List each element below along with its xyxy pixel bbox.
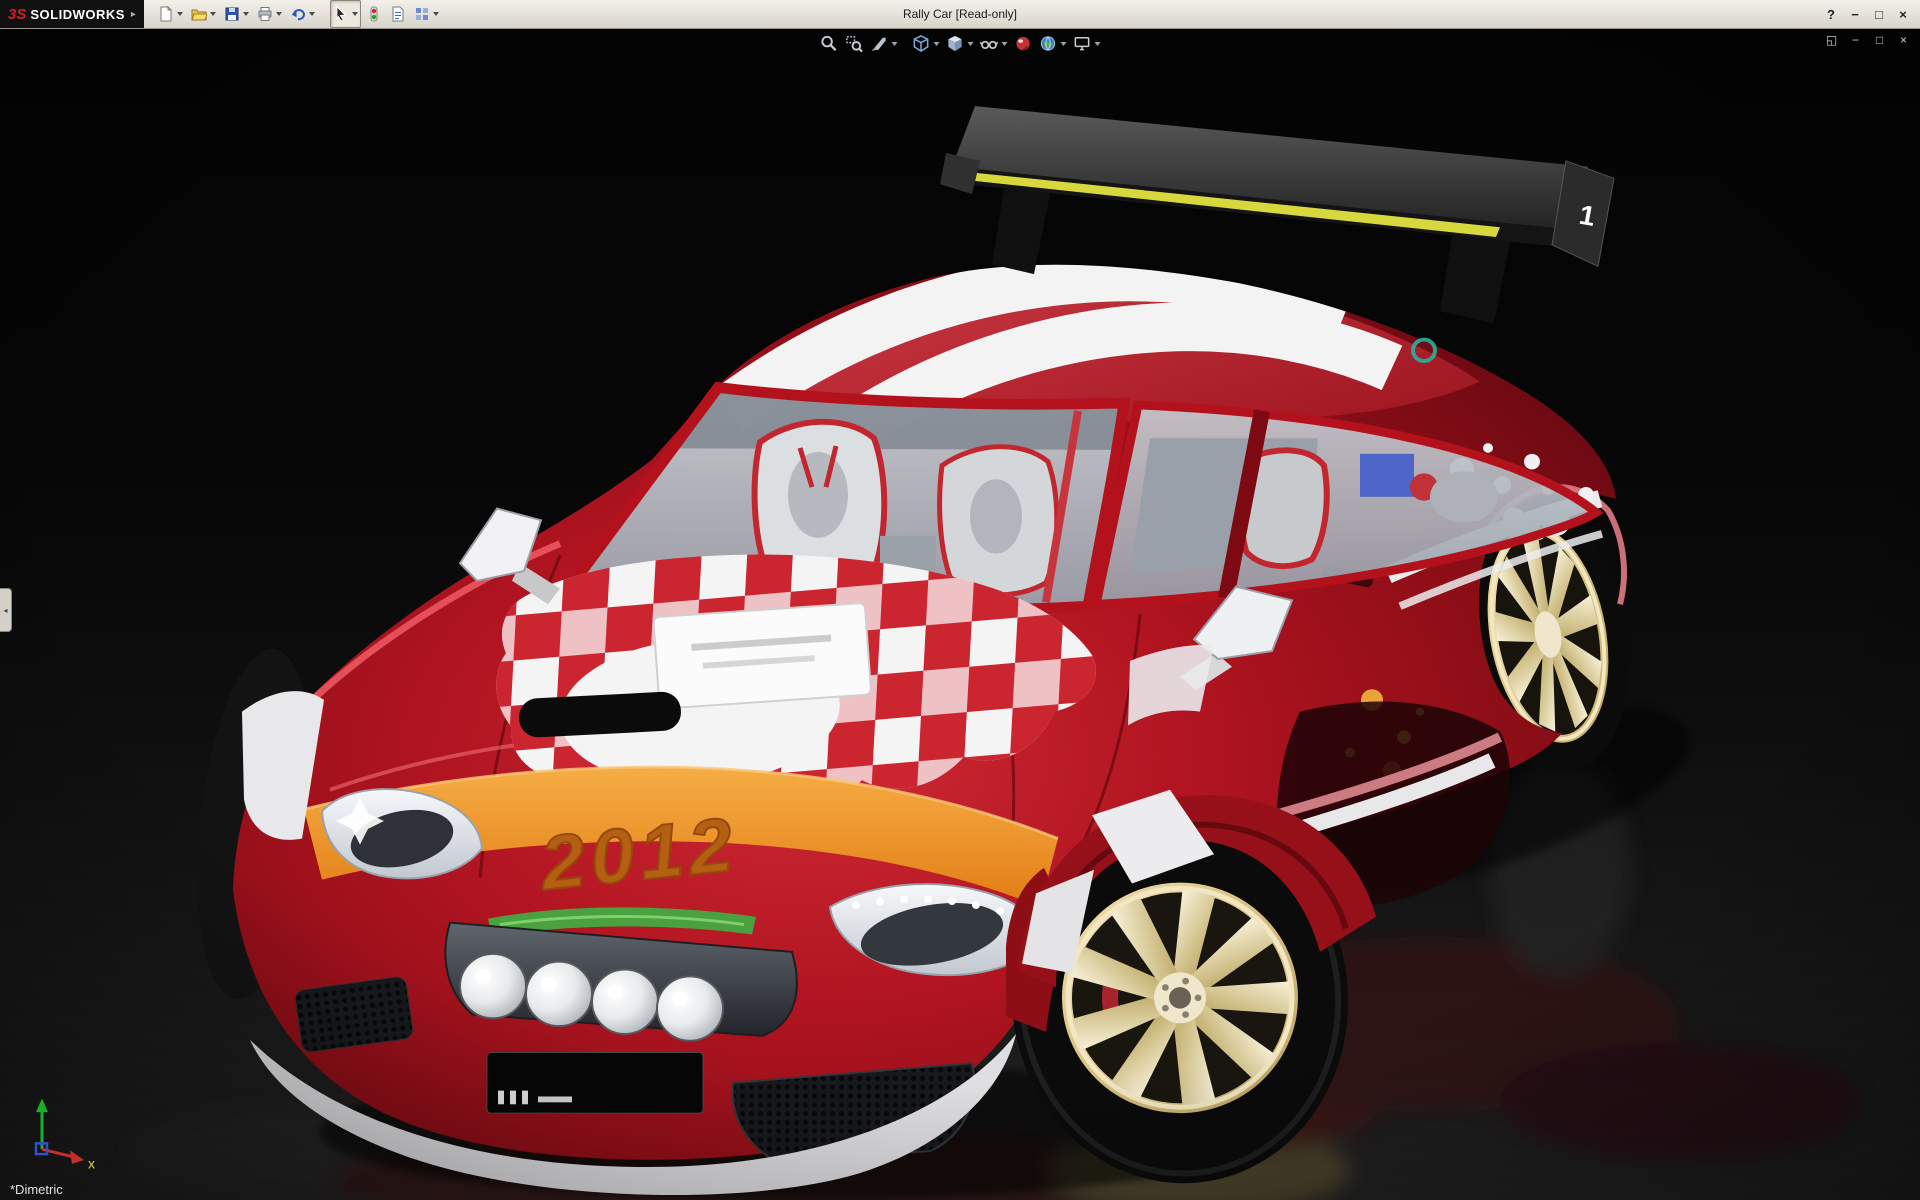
zoom-to-fit-button[interactable]: [818, 33, 841, 54]
license-plate: [487, 1053, 703, 1114]
minimize-button[interactable]: −: [1844, 4, 1866, 24]
edit-appearance-ball-icon: [1014, 34, 1033, 53]
open-folder-icon: [191, 6, 207, 22]
brand-name: SOLIDWORKS: [30, 7, 125, 22]
standard-toolbar: [154, 0, 319, 28]
view-settings-monitor-icon: [1073, 34, 1092, 53]
zoom-to-fit-icon: [820, 34, 839, 53]
close-document-button[interactable]: ×: [1895, 32, 1912, 47]
hood-vent: [518, 691, 682, 738]
help-button[interactable]: ?: [1820, 4, 1842, 24]
dropdown-arrow-icon[interactable]: [892, 42, 898, 46]
toggle-full-screen-button[interactable]: ◱: [1823, 32, 1840, 47]
heads-up-view-toolbar: [818, 33, 1103, 54]
minimize-document-button[interactable]: −: [1847, 32, 1864, 47]
section-view-icon: [870, 34, 889, 53]
dropdown-arrow-icon[interactable]: [352, 12, 358, 16]
view-orientation-button[interactable]: [910, 33, 942, 54]
graphics-viewport[interactable]: 2012: [0, 28, 1920, 1200]
hide-show-glasses-icon: [980, 34, 999, 53]
save-floppy-icon: [224, 6, 240, 22]
select-cursor-icon: [333, 6, 349, 22]
window-controls: ? − □ ×: [1820, 4, 1920, 24]
brand-mark: 3S: [8, 6, 26, 23]
apply-scene-globe-icon: [1039, 34, 1058, 53]
hood-decal-panel: [653, 603, 871, 709]
dropdown-arrow-icon[interactable]: [968, 42, 974, 46]
dropdown-arrow-icon[interactable]: [934, 42, 940, 46]
dropdown-arrow-icon[interactable]: [210, 12, 216, 16]
maximize-button[interactable]: □: [1868, 4, 1890, 24]
view-orientation-cube-icon: [912, 34, 931, 53]
undo-button[interactable]: [287, 0, 318, 28]
rebuild-stoplight-icon: [366, 6, 382, 22]
open-button[interactable]: [188, 0, 219, 28]
dropdown-arrow-icon[interactable]: [177, 12, 183, 16]
undo-arrow-icon: [290, 6, 306, 22]
print-button[interactable]: [254, 0, 285, 28]
save-button[interactable]: [221, 0, 252, 28]
dropdown-arrow-icon[interactable]: [243, 12, 249, 16]
view-orientation-label: *Dimetric: [10, 1182, 63, 1197]
file-properties-button[interactable]: [387, 0, 409, 28]
viewport-3d-scene[interactable]: 2012: [0, 28, 1920, 1200]
apply-scene-button[interactable]: [1037, 33, 1069, 54]
display-style-cube-icon: [946, 34, 965, 53]
menu-bar: 3S SOLIDWORKS ▸: [0, 0, 1920, 29]
zoom-to-area-icon: [845, 34, 864, 53]
dropdown-arrow-icon[interactable]: [1061, 42, 1067, 46]
view-settings-button[interactable]: [1071, 33, 1103, 54]
rebuild-button[interactable]: [363, 0, 385, 28]
edit-appearance-button[interactable]: [1012, 33, 1035, 54]
file-properties-icon: [390, 6, 406, 22]
document-window-controls: ◱ − □ ×: [1823, 32, 1912, 47]
feature-panel-collapse-tab[interactable]: ◂: [0, 588, 12, 632]
restore-document-button[interactable]: □: [1871, 32, 1888, 47]
print-icon: [257, 6, 273, 22]
solidworks-logo: 3S SOLIDWORKS ▸: [0, 0, 144, 28]
dropdown-arrow-icon[interactable]: [1002, 42, 1008, 46]
hide-show-items-button[interactable]: [978, 33, 1010, 54]
select-button[interactable]: [330, 0, 361, 28]
section-view-button[interactable]: [868, 33, 900, 54]
new-document-button[interactable]: [155, 0, 186, 28]
new-document-icon: [158, 6, 174, 22]
close-button[interactable]: ×: [1892, 4, 1914, 24]
display-style-button[interactable]: [944, 33, 976, 54]
select-toolbar: [329, 0, 443, 28]
dropdown-arrow-icon[interactable]: [309, 12, 315, 16]
orientation-triad[interactable]: x: [36, 1098, 95, 1171]
logo-arrow-icon: ▸: [131, 9, 136, 20]
triad-x-label: x: [88, 1156, 95, 1172]
dropdown-arrow-icon[interactable]: [1095, 42, 1101, 46]
options-button[interactable]: [411, 0, 442, 28]
options-grid-icon: [414, 6, 430, 22]
zoom-to-area-button[interactable]: [843, 33, 866, 54]
dropdown-arrow-icon[interactable]: [433, 12, 439, 16]
dropdown-arrow-icon[interactable]: [276, 12, 282, 16]
